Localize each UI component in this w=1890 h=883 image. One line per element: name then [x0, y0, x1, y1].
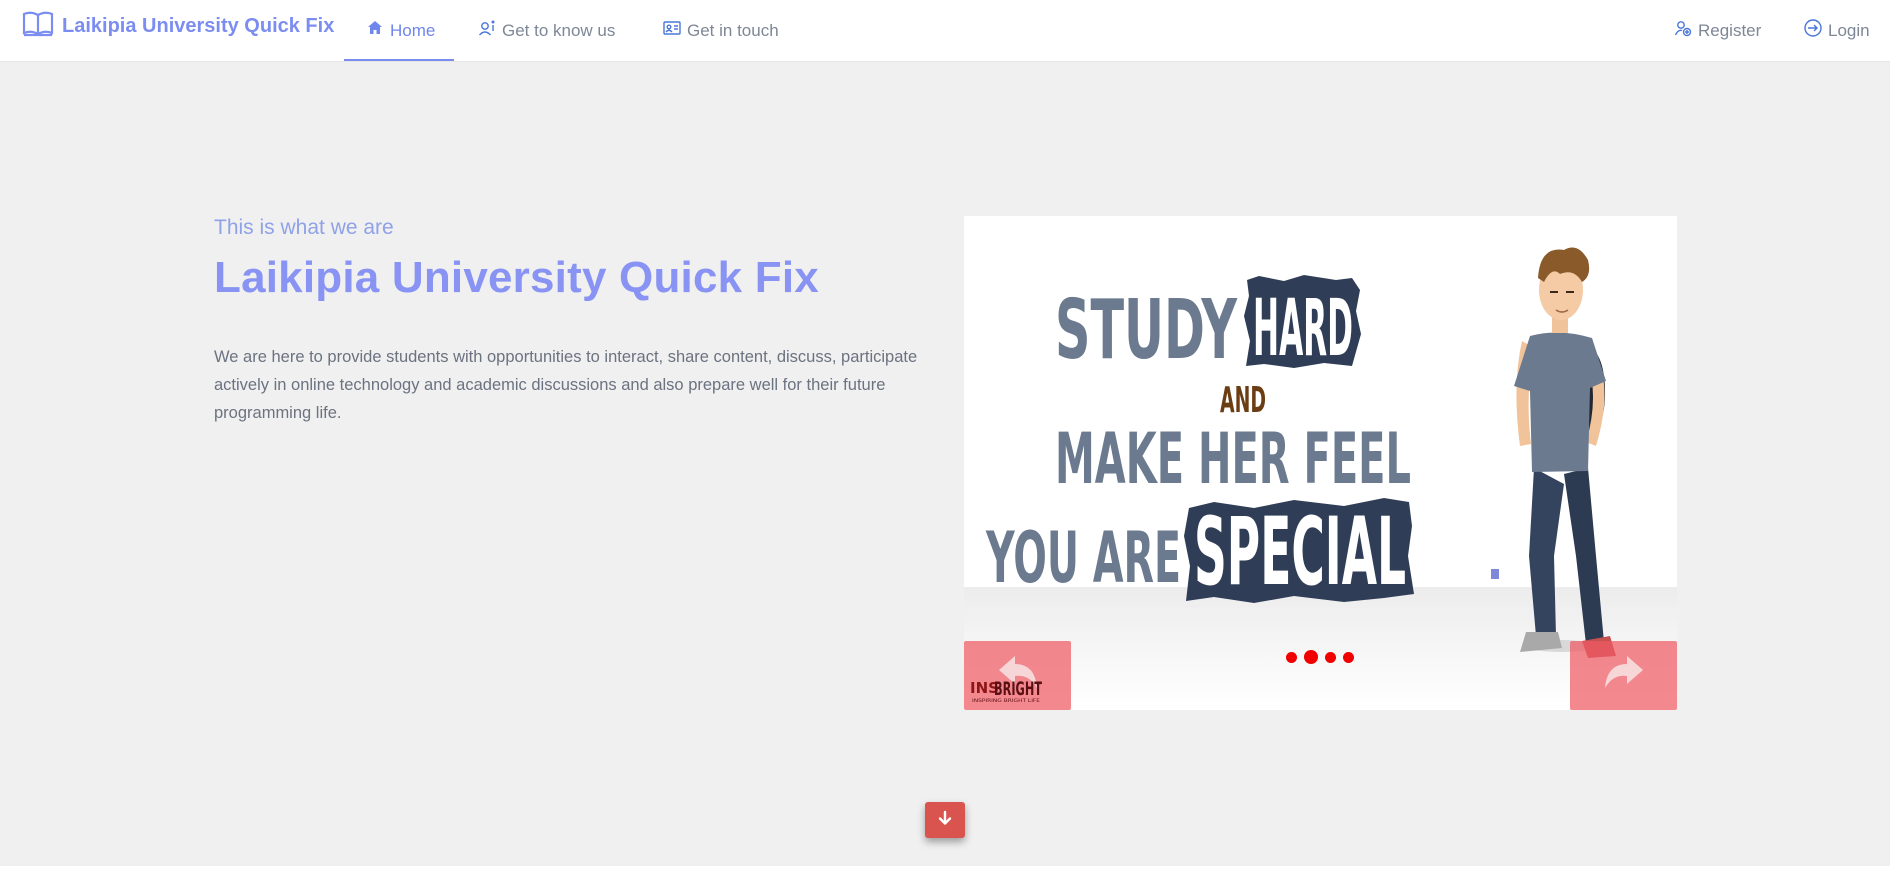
- carousel-dot-2[interactable]: [1304, 650, 1318, 664]
- image-carousel: STUDY HARD AND MAKE HER FEEL YOU ARE SPE…: [964, 216, 1677, 710]
- brand-link[interactable]: Laikipia University Quick Fix: [22, 9, 335, 43]
- carousel-next-button[interactable]: [1570, 641, 1677, 710]
- nav-about-label: Get to know us: [502, 20, 616, 40]
- poster-line-you-are: YOU ARE: [985, 517, 1181, 599]
- contact-card-icon: [663, 19, 681, 42]
- nav-login[interactable]: Login: [1804, 0, 1870, 61]
- poster-word-special: SPECIAL: [1194, 498, 1406, 607]
- arrow-down-icon: [937, 810, 953, 831]
- insbright-watermark-logo: INS BRIGHT INSPIRING BRIGHT LIFE: [970, 678, 1042, 704]
- poster-word-study: STUDY: [1055, 283, 1238, 378]
- svg-text:INSPIRING BRIGHT LIFE: INSPIRING BRIGHT LIFE: [972, 698, 1040, 704]
- nav-register[interactable]: Register: [1674, 0, 1761, 61]
- carousel-dot-1[interactable]: [1286, 651, 1297, 663]
- hero-section: This is what we are Laikipia University …: [0, 61, 1890, 866]
- top-navbar: Laikipia University Quick Fix Home Get t…: [0, 0, 1890, 61]
- scroll-down-button[interactable]: [925, 802, 965, 838]
- brand-name: Laikipia University Quick Fix: [62, 14, 335, 37]
- hero-subtitle: This is what we are: [214, 216, 394, 239]
- hero-title: Laikipia University Quick Fix: [214, 253, 819, 302]
- arrow-forward-icon: [1601, 654, 1647, 697]
- nav-home-label: Home: [390, 20, 436, 40]
- student-illustration: [1514, 247, 1616, 658]
- poster-line-make-her-feel: MAKE HER FEEL: [1055, 418, 1411, 500]
- active-nav-indicator: [344, 59, 454, 61]
- nav-get-to-know-us[interactable]: Get to know us: [478, 0, 615, 61]
- nav-home[interactable]: Home: [366, 0, 435, 61]
- carousel-indicators: [1286, 650, 1354, 664]
- nav-contact-label: Get in touch: [687, 20, 779, 40]
- nav-login-label: Login: [1828, 20, 1870, 40]
- motivational-poster-image: STUDY HARD AND MAKE HER FEEL YOU ARE SPE…: [985, 247, 1616, 658]
- person-info-icon: [478, 19, 496, 42]
- svg-text:BRIGHT: BRIGHT: [994, 678, 1042, 700]
- poster-word-and: AND: [1220, 380, 1266, 421]
- nav-get-in-touch[interactable]: Get in touch: [663, 0, 779, 61]
- hero-description: We are here to provide students with opp…: [214, 348, 918, 422]
- carousel-dot-4[interactable]: [1343, 651, 1354, 663]
- login-icon: [1804, 19, 1822, 42]
- home-icon: [366, 19, 384, 42]
- person-add-icon: [1674, 19, 1692, 42]
- open-book-icon: [22, 9, 54, 43]
- nav-register-label: Register: [1698, 20, 1762, 40]
- poster-word-hard: HARD: [1253, 284, 1353, 374]
- carousel-dot-3[interactable]: [1325, 651, 1336, 663]
